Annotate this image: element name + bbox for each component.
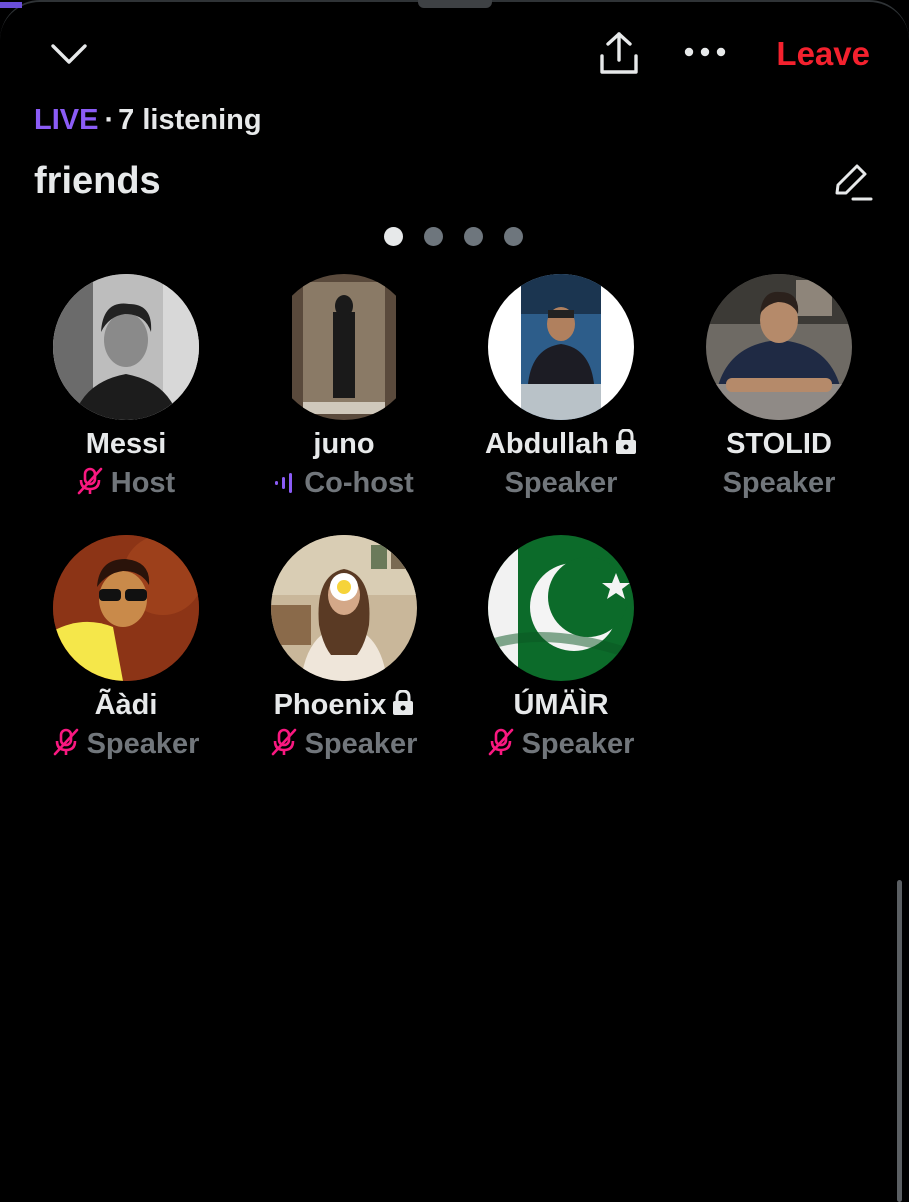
participant-name: Messi [85, 428, 167, 460]
page-dot[interactable] [464, 227, 483, 246]
more-icon [684, 47, 726, 57]
participant-name-row: Abdullah [456, 424, 666, 464]
share-icon [600, 32, 638, 74]
participant-name: Phoenix [273, 689, 387, 721]
participant-role: Host [110, 467, 176, 499]
mic-muted-icon [488, 728, 513, 756]
participant-name: STOLID [726, 428, 832, 460]
avatar [271, 535, 417, 681]
share-button[interactable] [592, 26, 646, 80]
avatar [706, 274, 852, 420]
participant-role: Speaker [304, 728, 418, 760]
participant-name-row: Ãàdi [21, 685, 231, 725]
participant-role: Speaker [722, 467, 836, 499]
page-dot[interactable] [424, 227, 443, 246]
listener-count: 7 listening [118, 104, 262, 136]
live-badge: LIVE [34, 104, 99, 136]
participant-role-row: Host [21, 463, 231, 503]
lock-icon [393, 690, 414, 715]
participant-tile[interactable]: ÚMÄÌR Speaker [456, 535, 666, 770]
mic-muted-icon [53, 728, 78, 756]
participant-name: Ãàdi [94, 689, 158, 721]
page-dot[interactable] [384, 227, 403, 246]
page-dot[interactable] [504, 227, 523, 246]
participant-tile[interactable]: Phoenix Speaker [239, 535, 449, 770]
avatar [488, 274, 634, 420]
participant-role: Speaker [86, 728, 200, 760]
participant-name: juno [313, 428, 375, 460]
lock-icon [616, 429, 637, 454]
edit-title-button[interactable] [826, 156, 876, 206]
participant-name-row: ÚMÄÌR [456, 685, 666, 725]
more-options-button[interactable] [680, 30, 730, 74]
participant-tile[interactable]: Ãàdi Speaker [21, 535, 231, 770]
corner-accent [0, 2, 22, 8]
participant-role-row: Speaker [456, 463, 666, 503]
participant-role-row: Co-host [239, 463, 449, 503]
participant-name: ÚMÄÌR [513, 689, 609, 721]
page-indicator [384, 227, 523, 246]
avatar [271, 274, 417, 420]
leave-button[interactable]: Leave [760, 32, 870, 76]
scrollbar[interactable] [897, 880, 902, 1202]
speaking-indicator-icon [275, 473, 293, 493]
participant-role-row: Speaker [456, 724, 666, 764]
space-sheet: Leave LIVE · 7 listening friends Messi H… [0, 0, 909, 1202]
live-status: LIVE · 7 listening [34, 100, 262, 140]
participant-role: Co-host [304, 467, 414, 499]
participant-name: Abdullah [484, 428, 610, 460]
participant-tile[interactable]: STOLID Speaker [674, 274, 884, 509]
sheet-grabber[interactable] [418, 0, 492, 8]
participant-role-row: Speaker [239, 724, 449, 764]
participant-tile[interactable]: juno Co-host [239, 274, 449, 509]
participant-role-row: Speaker [674, 463, 884, 503]
edit-icon [835, 164, 873, 201]
mic-muted-icon [271, 728, 296, 756]
mic-muted-icon [77, 467, 103, 495]
participant-role: Speaker [504, 467, 618, 499]
participant-name-row: juno [239, 424, 449, 464]
chevron-down-icon [51, 44, 87, 64]
participant-tile[interactable]: Messi Host [21, 274, 231, 509]
participant-name-row: Phoenix [239, 685, 449, 725]
participant-role-row: Speaker [21, 724, 231, 764]
participant-name-row: STOLID [674, 424, 884, 464]
status-separator: · [104, 104, 115, 136]
collapse-button[interactable] [44, 32, 94, 76]
participant-tile[interactable]: Abdullah Speaker [456, 274, 666, 509]
avatar [53, 535, 199, 681]
avatar [53, 274, 199, 420]
space-title: friends [34, 160, 161, 202]
participant-name-row: Messi [21, 424, 231, 464]
avatar [488, 535, 634, 681]
participant-role: Speaker [521, 728, 635, 760]
